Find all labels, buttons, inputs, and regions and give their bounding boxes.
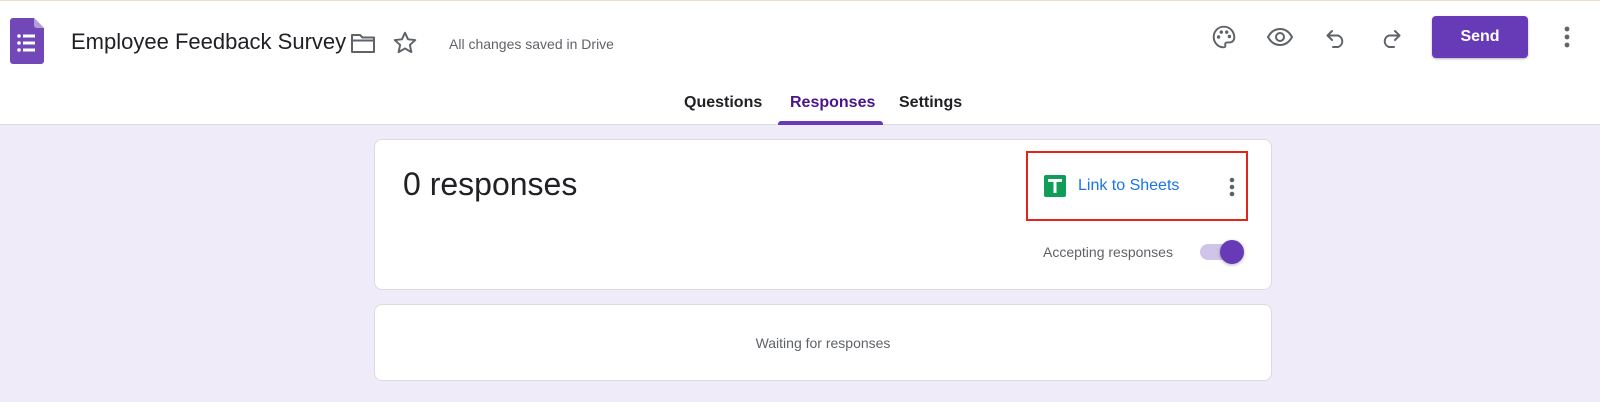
redo-button[interactable] [1371,17,1411,57]
responses-count: 0 responses [403,166,578,202]
redo-icon [1383,30,1401,48]
responses-summary-card: 0 responses Link to Sheets Accepting res… [374,139,1272,290]
customize-theme-button[interactable] [1204,17,1244,57]
move-to-folder-button[interactable] [343,23,383,63]
undo-button[interactable] [1316,17,1356,57]
toggle-thumb [1220,240,1244,264]
tab-responses[interactable]: Responses [790,94,875,112]
send-button[interactable]: Send [1432,16,1528,58]
sheets-icon [1044,175,1066,197]
save-status: All changes saved in Drive [449,36,614,52]
document-title[interactable]: Employee Feedback Survey [71,29,346,55]
waiting-message: Waiting for responses [755,335,891,351]
form-tabs: Questions Responses Settings [0,81,1600,126]
star-button[interactable] [385,23,425,63]
more-options-button[interactable] [1547,17,1587,57]
accepting-responses-toggle[interactable] [1198,238,1246,266]
palette-icon [1212,25,1236,49]
forms-logo[interactable] [10,18,44,64]
more-vert-icon [1229,177,1235,197]
link-to-sheets-highlight: Link to Sheets [1026,151,1248,221]
active-tab-indicator [778,121,883,125]
more-vert-icon [1564,26,1570,48]
link-to-sheets-label: Link to Sheets [1078,177,1180,194]
folder-icon [351,34,375,53]
link-to-sheets-button[interactable]: Link to Sheets [1044,175,1179,197]
tab-settings[interactable]: Settings [899,94,962,112]
undo-icon [1326,30,1344,48]
preview-button[interactable] [1260,17,1300,57]
tab-questions[interactable]: Questions [684,94,762,112]
preview-eye-icon [1266,27,1294,47]
waiting-card: Waiting for responses [374,304,1272,381]
accepting-responses-label: Accepting responses [1043,244,1173,260]
responses-more-button[interactable] [1215,167,1249,207]
top-bar: Employee Feedback Survey All changes sav… [0,0,1600,125]
star-icon [393,31,417,54]
